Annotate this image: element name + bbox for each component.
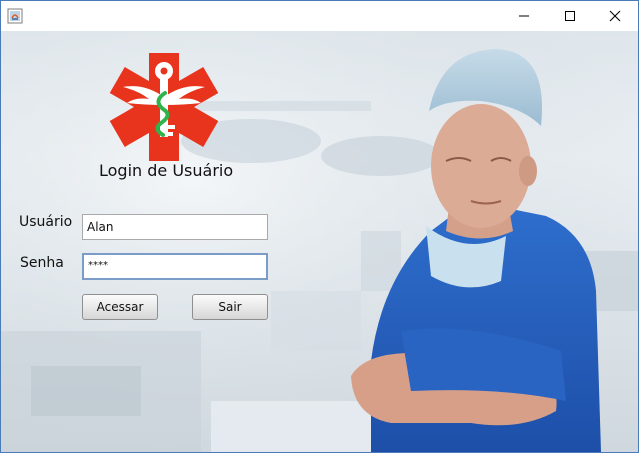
login-panel: Login de Usuário Usuário Alan Senha ****… (1, 31, 638, 452)
close-button[interactable] (592, 1, 638, 31)
maximize-button[interactable] (547, 1, 593, 31)
acessar-button[interactable]: Acessar (82, 294, 158, 320)
password-label: Senha (20, 255, 64, 271)
page-title: Login de Usuário (99, 161, 234, 180)
sair-button[interactable]: Sair (192, 294, 268, 320)
password-field[interactable]: **** (82, 253, 268, 280)
maximize-icon (565, 11, 575, 21)
username-field[interactable]: Alan (82, 214, 268, 240)
java-app-icon (7, 8, 23, 24)
username-label: Usuário (19, 214, 73, 230)
minimize-icon (519, 15, 529, 17)
medical-caduceus-logo (109, 53, 219, 161)
background-photo-doctor (1, 31, 638, 452)
login-window: Login de Usuário Usuário Alan Senha ****… (0, 0, 639, 453)
title-bar[interactable] (1, 1, 638, 31)
minimize-button[interactable] (501, 1, 547, 31)
close-icon (609, 10, 621, 22)
